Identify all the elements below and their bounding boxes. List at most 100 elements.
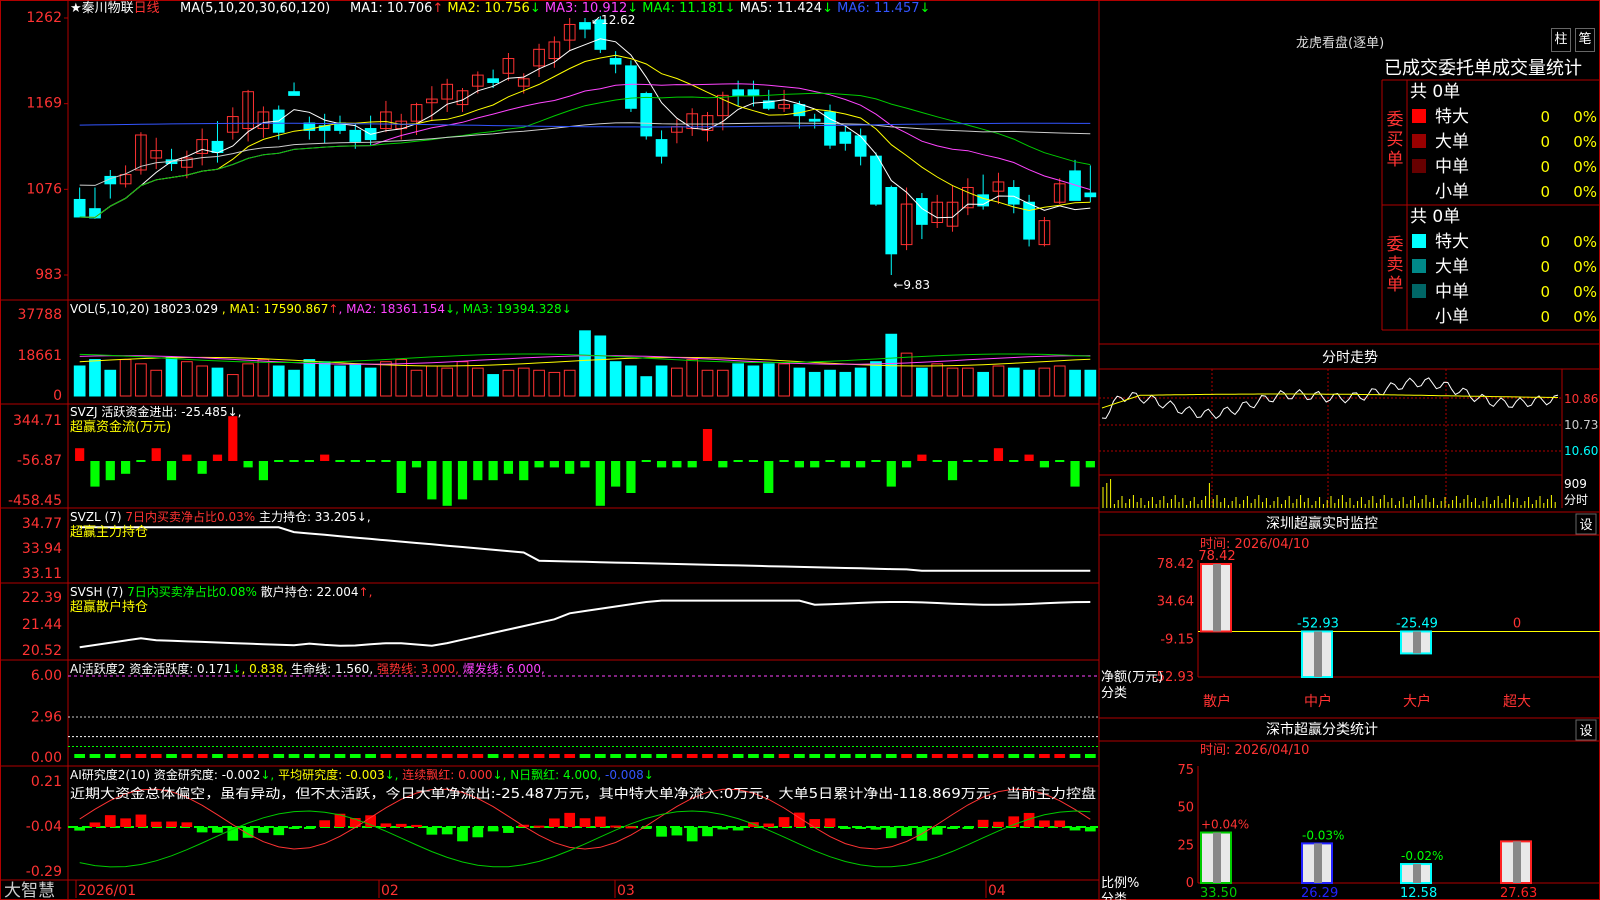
svzj-bar [947, 461, 958, 481]
active-bar [625, 754, 637, 758]
active-bar [732, 754, 744, 758]
svzj-bar [840, 461, 850, 468]
candle-body [732, 89, 744, 96]
candle-body [885, 186, 898, 255]
outer-frame [0, 0, 1600, 900]
research-bar [426, 827, 438, 835]
svzj-y-tick: -458.45 [8, 493, 62, 509]
category-bar-shade [1213, 832, 1221, 883]
bar-mode-button[interactable]: 柱 [1551, 28, 1571, 52]
volume-bar [961, 367, 974, 397]
volume-bar [992, 365, 1005, 397]
active-bar [809, 754, 821, 758]
intraday-tick: 10.60 [1564, 444, 1598, 458]
candle-body [625, 65, 637, 109]
svsh-y-tick: 22.39 [22, 590, 62, 606]
sell-row-count: 0 [1540, 233, 1550, 251]
research-bar [870, 827, 882, 830]
active-bar [962, 754, 974, 758]
svzj-bar [748, 460, 759, 462]
volume-bar [931, 363, 944, 397]
candle-body [640, 93, 653, 137]
svzj-bar [396, 461, 406, 493]
sell-row-swatch [1412, 284, 1426, 298]
research-bar [166, 821, 177, 827]
research-bar [89, 822, 101, 827]
svzj-bar [1039, 461, 1049, 468]
svzl-y-tick: 33.94 [22, 541, 62, 557]
volume-bar [946, 367, 959, 397]
active-y-tick: 2.96 [31, 710, 62, 726]
volume-bar [89, 359, 101, 397]
active-bar [258, 754, 269, 758]
volume-bar [180, 361, 193, 397]
active-bar [441, 754, 453, 758]
svzj-bar [810, 461, 820, 468]
svzj-bar [1055, 460, 1065, 462]
active-bar [717, 754, 729, 758]
svzj-bar [304, 460, 314, 462]
active-bar [503, 754, 514, 758]
candlestick-series[interactable] [73, 16, 1097, 275]
svzj-bar [350, 460, 360, 462]
volume-bars [73, 330, 1097, 397]
active-bar [778, 754, 790, 758]
sell-row-count: 0 [1540, 258, 1550, 276]
research-bar [717, 827, 729, 830]
bar-value-label: 33.50 [1200, 886, 1237, 900]
research-bar [778, 817, 790, 827]
volume-bar [1038, 367, 1051, 397]
monitor-title: 深圳超赢实时监控 [1266, 515, 1378, 532]
research-bar [763, 823, 775, 827]
ma-label: MA(5,10,20,30,60,120) [180, 1, 330, 16]
active-bar [212, 754, 223, 758]
research-bar [181, 822, 193, 827]
buy-row-swatch [1412, 109, 1426, 123]
research-bar [1054, 820, 1066, 827]
research-bar [1084, 827, 1096, 832]
bar-ylabel: 净额(万元) [1101, 670, 1163, 685]
research-bar [411, 824, 422, 827]
volume-bar [426, 365, 438, 397]
research-y-tick: -0.04 [26, 819, 62, 835]
category-label: 中户 [1304, 693, 1332, 710]
sell-row-swatch [1412, 259, 1426, 273]
active-bar [196, 754, 208, 758]
research-bar [212, 827, 223, 833]
volume-bar [272, 365, 285, 397]
active-bar [977, 754, 989, 758]
buy-row-pct: 0% [1573, 183, 1597, 201]
svzj-bars [75, 416, 1095, 506]
volume-bar [594, 335, 607, 397]
svzj-bar [151, 448, 161, 461]
candle-body [349, 129, 362, 142]
buy-total: 共 0单 [1410, 82, 1460, 102]
research-bar [150, 821, 162, 827]
price-y-tick: 1169 [26, 96, 62, 112]
sell-row-name: 大单 [1435, 257, 1469, 277]
price-y-tick: 983 [35, 267, 62, 283]
buy-row-pct: 0% [1573, 108, 1597, 126]
volume-bar [135, 363, 147, 397]
category-bar-shade [1513, 841, 1521, 883]
bar-value-label: -25.49 [1396, 616, 1438, 631]
research-bar [303, 827, 315, 829]
svzj-sub: 超赢资金流(万元) [70, 419, 171, 435]
sell-row-swatch [1412, 309, 1426, 323]
svzj-bar [1024, 454, 1034, 461]
research-bar [196, 827, 208, 833]
svzj-bar [901, 461, 912, 468]
sell-row-count: 0 [1540, 283, 1550, 301]
intraday-tick: 10.86 [1564, 392, 1598, 406]
svzj-bar [182, 454, 192, 461]
research-bar [533, 825, 545, 828]
main-chart-area[interactable]: 126211691076983↙12.62←9.8337788186610VOL… [0, 0, 1600, 900]
active-bar [472, 754, 484, 758]
svzl-line [79, 526, 1091, 572]
tick-mode-button[interactable]: 笔 [1575, 28, 1595, 52]
buy-row-swatch [1412, 184, 1426, 198]
svzj-bar [473, 461, 483, 481]
active-bar [1008, 754, 1020, 758]
research-bar [977, 819, 989, 827]
volume-bar [778, 363, 790, 397]
